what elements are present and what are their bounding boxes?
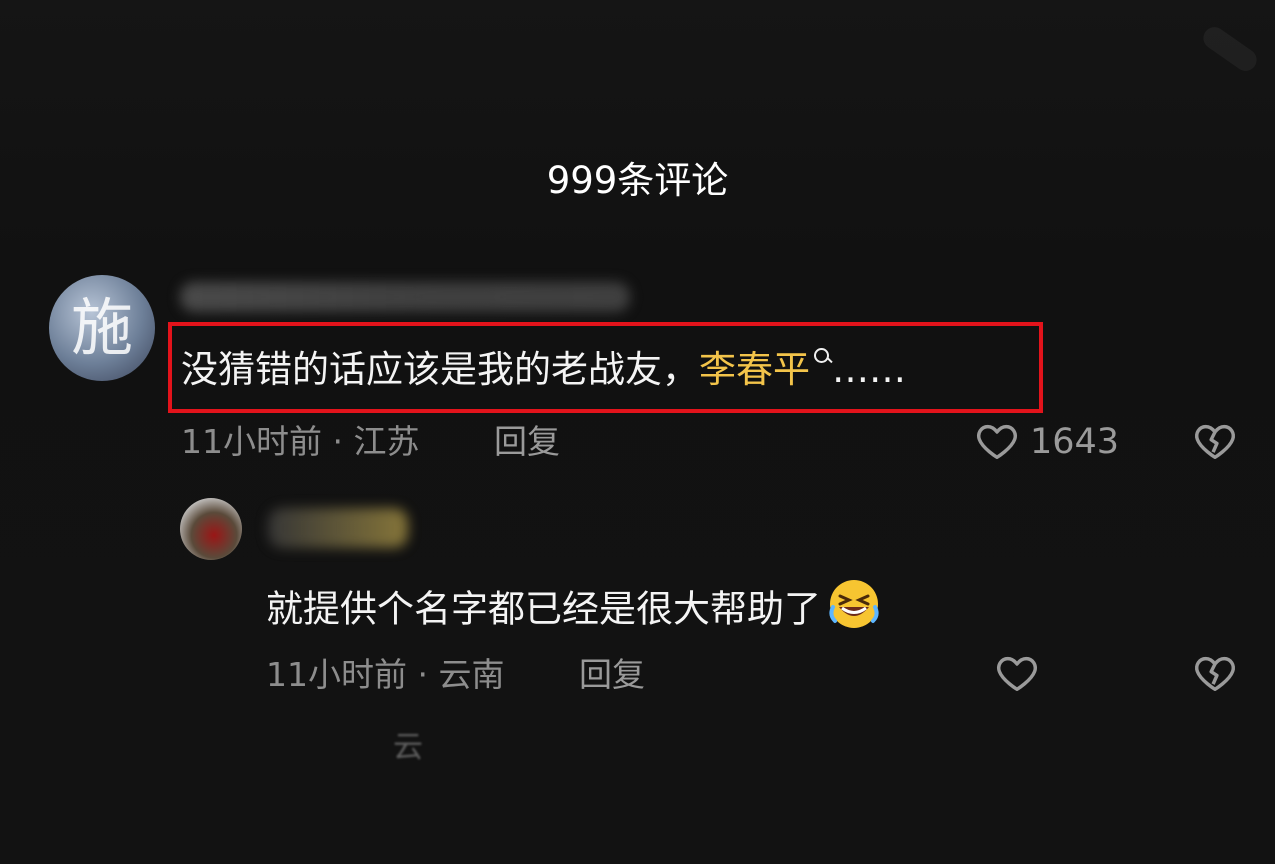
reply-text-body: 就提供个名字都已经是很大帮助了	[266, 587, 821, 631]
search-keyword-link[interactable]: 李春平	[699, 348, 810, 391]
reply-reply-button[interactable]: 回复	[579, 652, 645, 698]
avatar-glyph: 施	[70, 291, 133, 364]
comment-meta: 11小时前 · 江苏	[181, 422, 420, 461]
commenter-name-blurred[interactable]	[180, 282, 630, 312]
broken-heart-icon[interactable]	[1192, 418, 1238, 468]
reply-text: 就提供个名字都已经是很大帮助了	[266, 577, 881, 631]
comment-reply-button[interactable]: 回复	[494, 419, 560, 465]
rolling-laughing-emoji-icon	[827, 577, 881, 645]
like-count: 1643	[1030, 422, 1120, 462]
replier-avatar[interactable]	[180, 498, 242, 560]
comment-panel: 999条评论 施 没猜错的话应该是我的老战友，李春平…… 11小时前 · 江苏 …	[0, 0, 1275, 864]
commenter-avatar[interactable]: 施	[49, 275, 155, 381]
reply-meta: 11小时前 · 云南	[266, 655, 505, 694]
faded-more-text: 云	[393, 730, 423, 765]
search-icon[interactable]	[812, 344, 832, 372]
comment-text-before: 没猜错的话应该是我的老战友，	[181, 348, 699, 391]
replier-name-blurred[interactable]	[268, 508, 408, 548]
heart-icon[interactable]	[974, 418, 1020, 468]
broken-heart-icon[interactable]	[1192, 650, 1238, 700]
comments-title: 999条评论	[546, 159, 729, 202]
comment-text-after: ……	[832, 348, 906, 391]
comment-text: 没猜错的话应该是我的老战友，李春平 ……	[181, 344, 906, 396]
panel-corner-hint	[1199, 22, 1261, 76]
heart-icon[interactable]	[994, 650, 1040, 700]
